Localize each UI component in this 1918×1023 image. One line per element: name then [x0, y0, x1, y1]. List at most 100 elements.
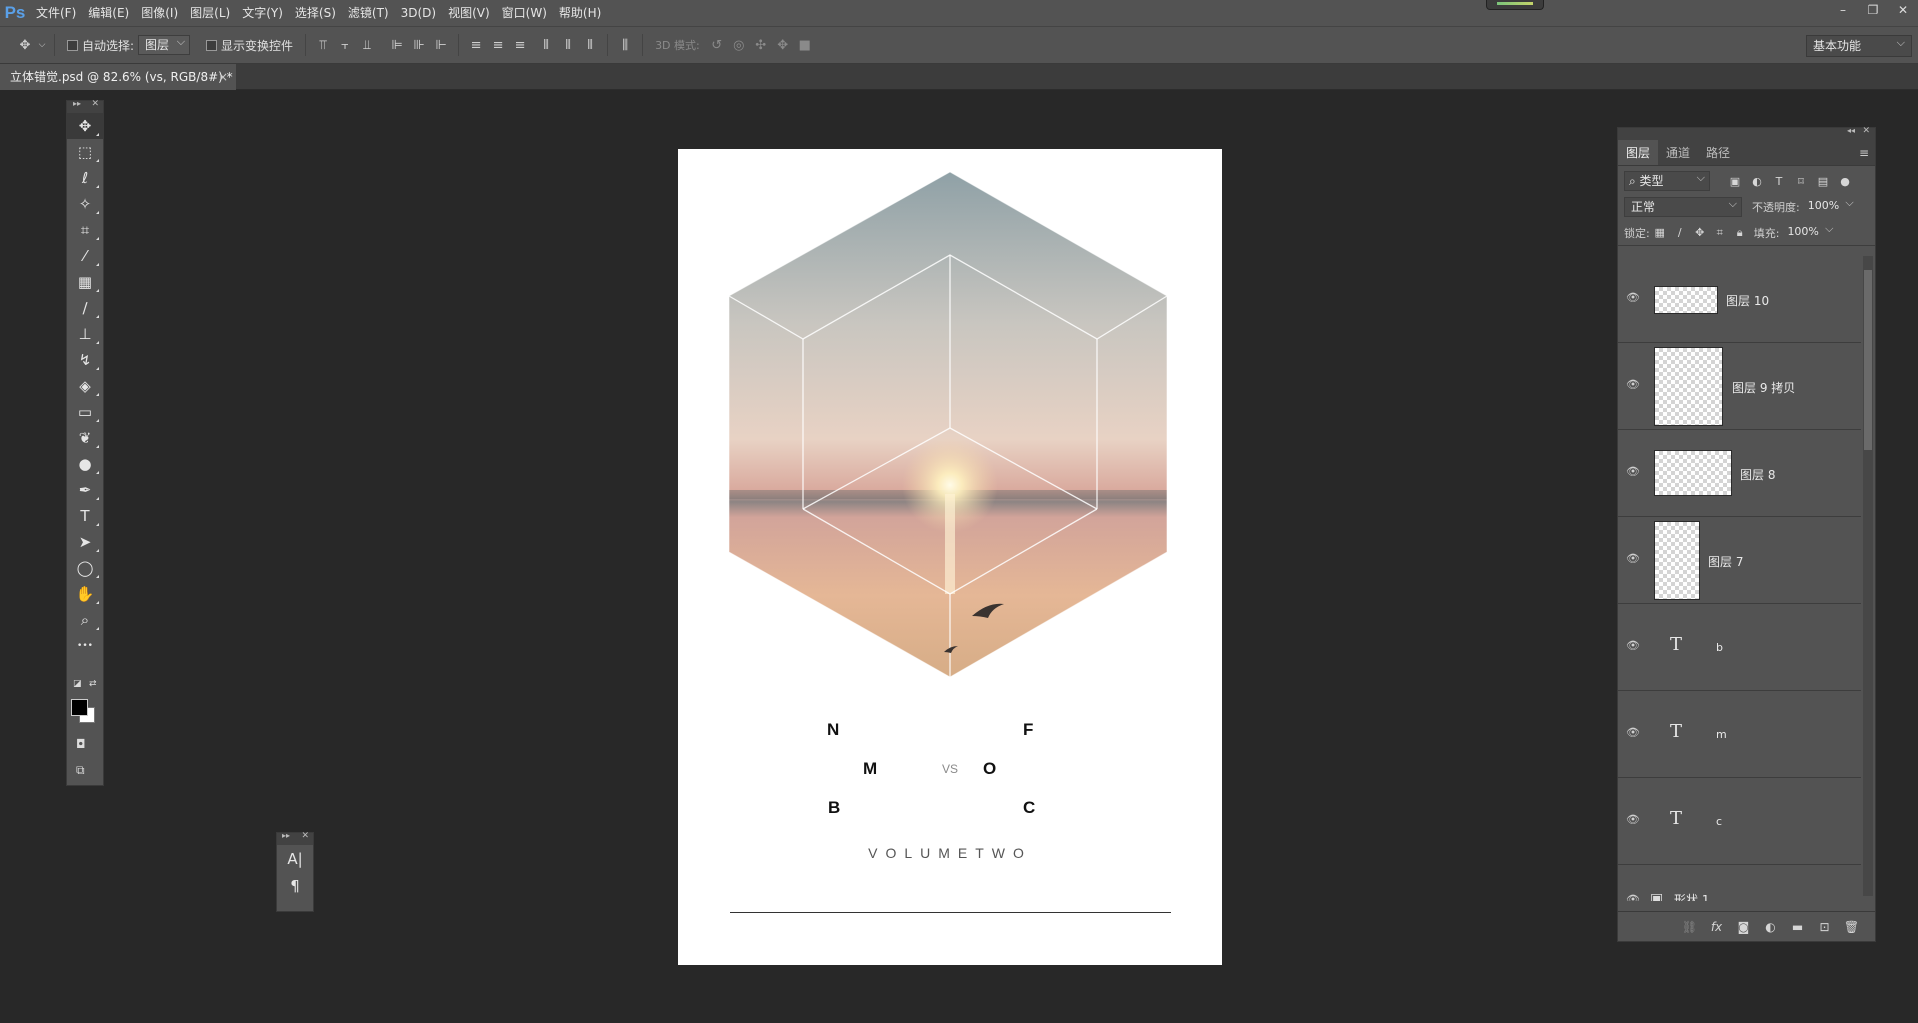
- lock-position-icon[interactable]: ✥: [1690, 226, 1710, 239]
- align-hcenter-icon[interactable]: ⊪: [408, 34, 430, 56]
- eyedropper-tool[interactable]: ⁄: [67, 243, 103, 269]
- new-group-icon[interactable]: ▬: [1784, 920, 1811, 934]
- menu-file[interactable]: 文件(F): [30, 0, 82, 26]
- crop-tool[interactable]: ⌗: [67, 217, 103, 243]
- hand-tool[interactable]: ✋: [67, 581, 103, 607]
- new-layer-icon[interactable]: ⊡: [1811, 920, 1838, 934]
- menu-type[interactable]: 文字(Y): [236, 0, 289, 26]
- filter-smart-object-icon[interactable]: ▤: [1812, 175, 1834, 188]
- eraser-tool[interactable]: ◈: [67, 373, 103, 399]
- magic-wand-tool[interactable]: ✧: [67, 191, 103, 217]
- type-tool[interactable]: T: [67, 503, 103, 529]
- filter-adjustment-icon[interactable]: ◐: [1746, 175, 1768, 188]
- eye-icon[interactable]: 👁︎: [1626, 639, 1640, 652]
- layer-name[interactable]: b: [1716, 641, 1723, 654]
- adjustment-layer-icon[interactable]: ◐: [1757, 920, 1784, 934]
- layer-name[interactable]: 图层 9 拷贝: [1732, 379, 1795, 396]
- scrollbar-thumb[interactable]: [1864, 270, 1872, 450]
- layer-row[interactable]: 👁︎ T m: [1618, 691, 1861, 778]
- menu-select[interactable]: 选择(S): [289, 0, 342, 26]
- 3d-slide-icon[interactable]: ✥: [772, 34, 794, 56]
- delete-layer-icon[interactable]: 🗑︎: [1838, 920, 1865, 934]
- layer-name[interactable]: 图层 8: [1740, 466, 1775, 483]
- 3d-pan-icon[interactable]: ✣: [750, 34, 772, 56]
- distribute-right-icon[interactable]: ⦀: [579, 34, 601, 56]
- swap-colors-icon[interactable]: ⇄: [89, 679, 97, 689]
- eye-icon[interactable]: 👁︎: [1626, 378, 1640, 391]
- chevron-down-icon[interactable]: ⌵: [36, 34, 48, 56]
- auto-select-checkbox[interactable]: [67, 39, 78, 51]
- layer-row[interactable]: 👁︎ 图层 10: [1618, 256, 1861, 343]
- close-panel-icon[interactable]: ✕: [301, 831, 309, 841]
- show-transform-checkbox[interactable]: [206, 39, 218, 51]
- close-panel-icon[interactable]: ✕: [91, 99, 99, 109]
- distribute-bottom-icon[interactable]: ≡: [509, 34, 531, 56]
- distribute-vcenter-icon[interactable]: ≡: [487, 34, 509, 56]
- layers-panel-header[interactable]: ◂◂ ✕: [1618, 126, 1875, 140]
- menu-filter[interactable]: 滤镜(T): [342, 0, 395, 26]
- restore-button[interactable]: ❐: [1858, 0, 1888, 20]
- align-top-icon[interactable]: ⫪: [312, 34, 334, 56]
- 3d-roll-icon[interactable]: ◎: [728, 34, 750, 56]
- path-selection-tool[interactable]: ➤: [67, 529, 103, 555]
- align-left-icon[interactable]: ⊫: [386, 34, 408, 56]
- tools-panel-header[interactable]: ▸▸ ✕: [67, 99, 103, 113]
- dodge-tool[interactable]: ●: [67, 451, 103, 477]
- close-panel-icon[interactable]: ✕: [1862, 126, 1870, 136]
- menu-help[interactable]: 帮助(H): [553, 0, 607, 26]
- brush-tool[interactable]: ∕: [67, 295, 103, 321]
- filter-toggle-icon[interactable]: ●: [1834, 175, 1856, 188]
- healing-brush-tool[interactable]: ▦: [67, 269, 103, 295]
- workspace-dropdown[interactable]: 基本功能: [1806, 33, 1912, 57]
- character-panel-header[interactable]: ▸▸ ✕: [277, 831, 313, 845]
- panel-menu-icon[interactable]: ≡: [1859, 140, 1869, 166]
- align-right-icon[interactable]: ⊩: [430, 34, 452, 56]
- tab-paths[interactable]: 路径: [1698, 140, 1738, 165]
- blur-tool[interactable]: ❦: [67, 425, 103, 451]
- fx-icon[interactable]: fx: [1703, 920, 1730, 934]
- layer-name[interactable]: 图层 10: [1726, 292, 1769, 309]
- default-colors-icon[interactable]: ◪: [73, 679, 82, 689]
- menu-3d[interactable]: 3D(D): [395, 0, 442, 26]
- filter-pixel-icon[interactable]: ▣: [1724, 175, 1746, 188]
- paragraph-icon[interactable]: ¶: [277, 873, 313, 899]
- layer-row[interactable]: 👁︎ ▣ 形状 1: [1618, 865, 1861, 901]
- move-tool-preset-icon[interactable]: ✥: [14, 34, 36, 56]
- layer-name[interactable]: c: [1716, 815, 1722, 828]
- marquee-tool[interactable]: ⬚: [67, 139, 103, 165]
- lock-transparent-icon[interactable]: ▦: [1650, 226, 1670, 239]
- eye-icon[interactable]: 👁︎: [1626, 465, 1640, 478]
- move-tool[interactable]: ✥: [67, 113, 103, 139]
- distribute-top-icon[interactable]: ≡: [465, 34, 487, 56]
- document-canvas[interactable]: N F M VS O B C VOLUMETWO: [678, 149, 1222, 965]
- 3d-orbit-icon[interactable]: ↺: [706, 34, 728, 56]
- collapse-panel-icon[interactable]: ◂◂: [1847, 126, 1855, 135]
- layer-row[interactable]: 👁︎ 图层 9 拷贝: [1618, 343, 1861, 430]
- layer-row[interactable]: 👁︎ T b: [1618, 604, 1861, 691]
- layers-scrollbar[interactable]: [1863, 256, 1873, 896]
- minimize-button[interactable]: –: [1828, 0, 1858, 20]
- auto-align-icon[interactable]: ⫼: [614, 34, 636, 56]
- layer-row[interactable]: 👁︎ 图层 7: [1618, 517, 1861, 604]
- 3d-scale-icon[interactable]: ■: [794, 34, 816, 56]
- foreground-color-swatch[interactable]: [71, 699, 88, 716]
- add-mask-icon[interactable]: ◙: [1730, 920, 1757, 934]
- swap-colors-control[interactable]: ◪ ⇄: [71, 679, 101, 695]
- history-brush-tool[interactable]: ↯: [67, 347, 103, 373]
- expand-panel-icon[interactable]: ▸▸: [73, 99, 81, 108]
- zoom-tool[interactable]: ⌕: [67, 607, 103, 633]
- character-icon[interactable]: A|: [277, 845, 313, 873]
- eye-icon[interactable]: 👁︎: [1626, 291, 1640, 304]
- expand-panel-icon[interactable]: ▸▸: [282, 831, 290, 840]
- menu-edit[interactable]: 编辑(E): [82, 0, 135, 26]
- layer-row[interactable]: 👁︎ 图层 8: [1618, 430, 1861, 517]
- menu-image[interactable]: 图像(I): [135, 0, 184, 26]
- layer-name[interactable]: 图层 7: [1708, 553, 1743, 570]
- tab-layers[interactable]: 图层: [1618, 140, 1659, 165]
- blend-mode-dropdown[interactable]: 正常: [1624, 195, 1742, 217]
- layer-name[interactable]: 形状 1: [1674, 891, 1709, 901]
- lasso-tool[interactable]: ℓ: [67, 165, 103, 191]
- lock-image-icon[interactable]: ∕: [1670, 226, 1690, 239]
- lock-artboard-icon[interactable]: ⌗: [1710, 226, 1730, 240]
- layer-row[interactable]: 👁︎ T c: [1618, 778, 1861, 865]
